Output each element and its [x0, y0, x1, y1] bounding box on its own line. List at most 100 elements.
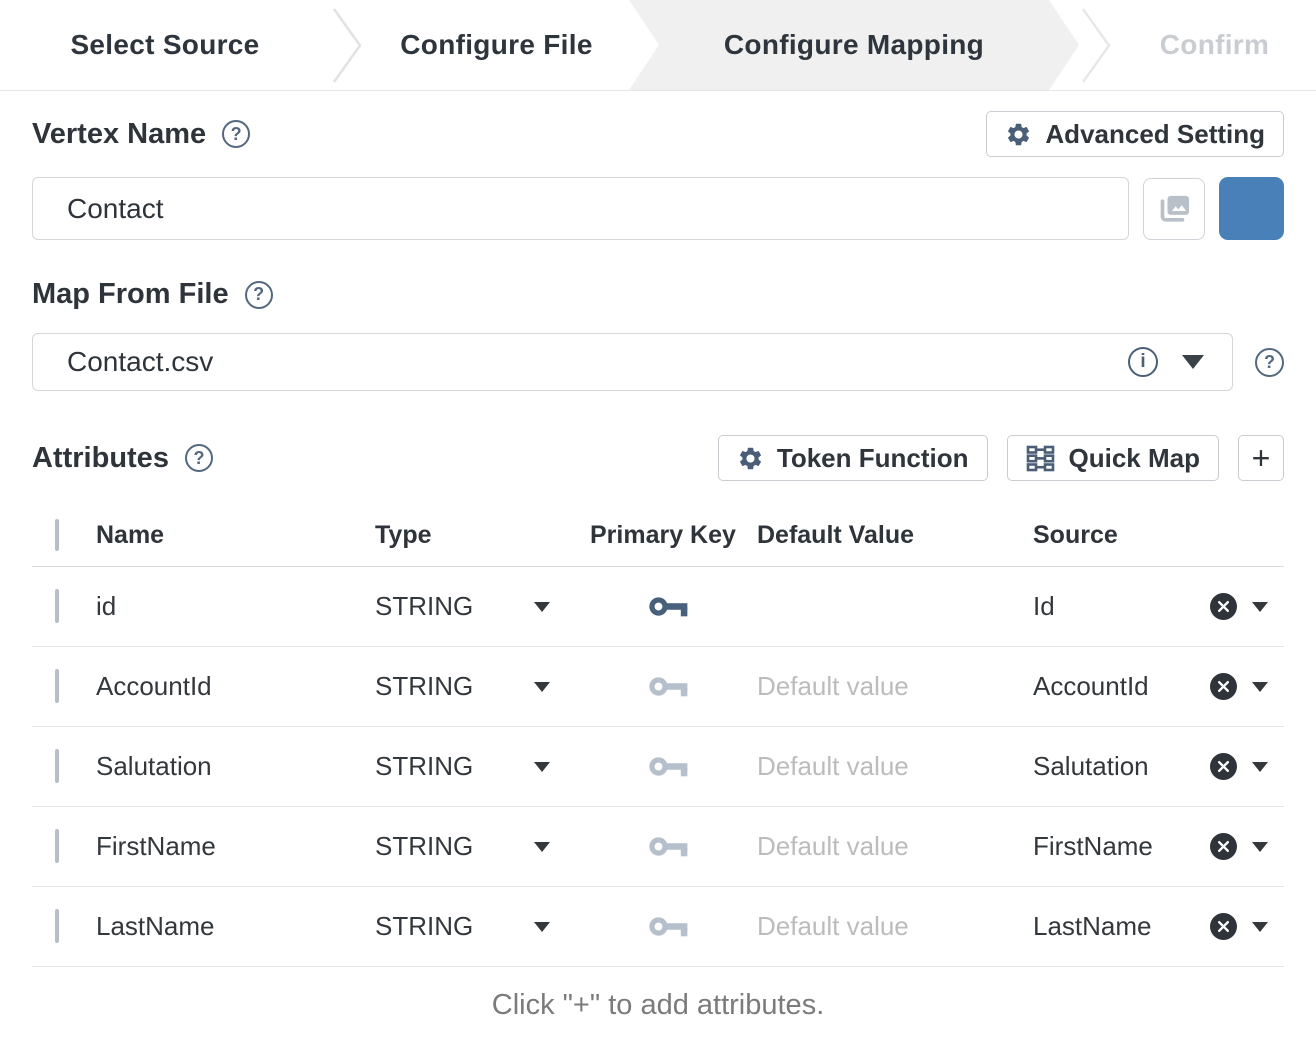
help-icon[interactable]: ? — [185, 444, 213, 472]
primary-key-toggle[interactable] — [648, 592, 690, 621]
remove-source-icon[interactable] — [1210, 833, 1237, 860]
default-value-input[interactable]: Default value — [757, 831, 1033, 862]
primary-key-toggle[interactable] — [648, 752, 690, 781]
chevron-down-icon — [534, 762, 550, 772]
step-label: Select Source — [70, 29, 259, 61]
source-dropdown-icon[interactable] — [1252, 602, 1268, 612]
source-value: LastName — [1033, 911, 1210, 942]
token-function-button[interactable]: Token Function — [718, 435, 988, 481]
table-row: Salutation STRING Default value Salutati… — [32, 727, 1284, 807]
gear-icon — [737, 445, 764, 472]
step-configure-file[interactable]: Configure File — [364, 0, 629, 90]
remove-source-icon[interactable] — [1210, 673, 1237, 700]
key-icon — [648, 832, 690, 861]
type-value: STRING — [375, 911, 473, 942]
attributes-label: Attributes ? — [32, 442, 213, 475]
map-from-file-label: Map From File ? — [32, 278, 273, 311]
key-icon — [648, 912, 690, 941]
token-function-label: Token Function — [777, 443, 969, 474]
image-icon — [1157, 192, 1191, 226]
vertex-name-label: Vertex Name ? — [32, 118, 250, 151]
row-checkbox[interactable] — [55, 669, 59, 703]
column-header-default-value: Default Value — [757, 521, 1033, 550]
column-header-source: Source — [1033, 521, 1284, 550]
add-attribute-button[interactable]: + — [1238, 435, 1284, 481]
type-dropdown[interactable]: STRING — [375, 831, 590, 862]
gear-icon — [1005, 121, 1032, 148]
step-label: Configure Mapping — [724, 29, 984, 61]
quick-map-button[interactable]: Quick Map — [1007, 435, 1219, 481]
primary-key-toggle[interactable] — [648, 912, 690, 941]
row-checkbox[interactable] — [55, 749, 59, 783]
help-icon[interactable]: ? — [245, 281, 273, 309]
primary-key-toggle[interactable] — [648, 832, 690, 861]
source-value: AccountId — [1033, 671, 1210, 702]
table-header-row: Name Type Primary Key Default Value Sour… — [32, 505, 1284, 567]
row-checkbox[interactable] — [55, 909, 59, 943]
attributes-label-text: Attributes — [32, 442, 169, 475]
key-icon — [648, 592, 690, 621]
attribute-name: AccountId — [96, 671, 375, 702]
attribute-name: FirstName — [96, 831, 375, 862]
step-separator-chevron-icon — [330, 0, 364, 91]
attribute-name: id — [96, 591, 375, 622]
vertex-color-swatch-button[interactable] — [1219, 177, 1284, 240]
source-dropdown-icon[interactable] — [1252, 682, 1268, 692]
remove-source-icon[interactable] — [1210, 753, 1237, 780]
help-icon[interactable]: ? — [1255, 348, 1284, 377]
chevron-down-icon — [534, 842, 550, 852]
attribute-name: LastName — [96, 911, 375, 942]
source-dropdown-icon[interactable] — [1252, 842, 1268, 852]
type-value: STRING — [375, 831, 473, 862]
column-header-name: Name — [96, 521, 375, 550]
source-value: Id — [1033, 591, 1210, 622]
source-value: FirstName — [1033, 831, 1210, 862]
plus-icon: + — [1252, 440, 1271, 477]
vertex-name-label-text: Vertex Name — [32, 118, 206, 151]
column-header-type: Type — [375, 521, 590, 550]
chevron-down-icon — [1182, 355, 1204, 369]
chevron-down-icon — [534, 602, 550, 612]
source-dropdown-icon[interactable] — [1252, 922, 1268, 932]
attributes-table: Name Type Primary Key Default Value Sour… — [32, 505, 1284, 967]
step-configure-mapping[interactable]: Configure Mapping — [629, 0, 1079, 90]
row-checkbox[interactable] — [55, 829, 59, 863]
type-dropdown[interactable]: STRING — [375, 591, 590, 622]
type-dropdown[interactable]: STRING — [375, 671, 590, 702]
vertex-name-value: Contact — [67, 193, 164, 225]
help-icon[interactable]: ? — [222, 120, 250, 148]
column-header-primary-key: Primary Key — [590, 521, 757, 550]
key-icon — [648, 752, 690, 781]
advanced-setting-button[interactable]: Advanced Setting — [986, 111, 1284, 157]
default-value-input[interactable]: Default value — [757, 751, 1033, 782]
quick-map-label: Quick Map — [1069, 443, 1200, 474]
advanced-setting-label: Advanced Setting — [1045, 119, 1265, 150]
type-value: STRING — [375, 671, 473, 702]
type-dropdown[interactable]: STRING — [375, 751, 590, 782]
table-row: LastName STRING Default value LastName — [32, 887, 1284, 967]
step-confirm: Confirm — [1113, 0, 1316, 90]
default-value-input[interactable]: Default value — [757, 911, 1033, 942]
source-dropdown-icon[interactable] — [1252, 762, 1268, 772]
step-separator-chevron-icon — [1079, 0, 1113, 91]
table-row: FirstName STRING Default value FirstName — [32, 807, 1284, 887]
chevron-down-icon — [534, 922, 550, 932]
default-value-input[interactable]: Default value — [757, 671, 1033, 702]
info-icon[interactable]: i — [1128, 347, 1158, 377]
vertex-name-input[interactable]: Contact — [32, 177, 1129, 240]
type-value: STRING — [375, 591, 473, 622]
vertex-icon-picker-button[interactable] — [1143, 178, 1205, 240]
row-checkbox[interactable] — [55, 589, 59, 623]
chevron-down-icon — [534, 682, 550, 692]
remove-source-icon[interactable] — [1210, 913, 1237, 940]
file-select-dropdown[interactable]: Contact.csv i — [32, 333, 1233, 391]
step-label: Confirm — [1160, 29, 1269, 61]
primary-key-toggle[interactable] — [648, 672, 690, 701]
select-all-checkbox[interactable] — [55, 519, 59, 551]
table-row: AccountId STRING Default value AccountId — [32, 647, 1284, 727]
type-dropdown[interactable]: STRING — [375, 911, 590, 942]
step-select-source[interactable]: Select Source — [0, 0, 330, 90]
attribute-name: Salutation — [96, 751, 375, 782]
map-from-file-label-text: Map From File — [32, 278, 229, 311]
remove-source-icon[interactable] — [1210, 593, 1237, 620]
